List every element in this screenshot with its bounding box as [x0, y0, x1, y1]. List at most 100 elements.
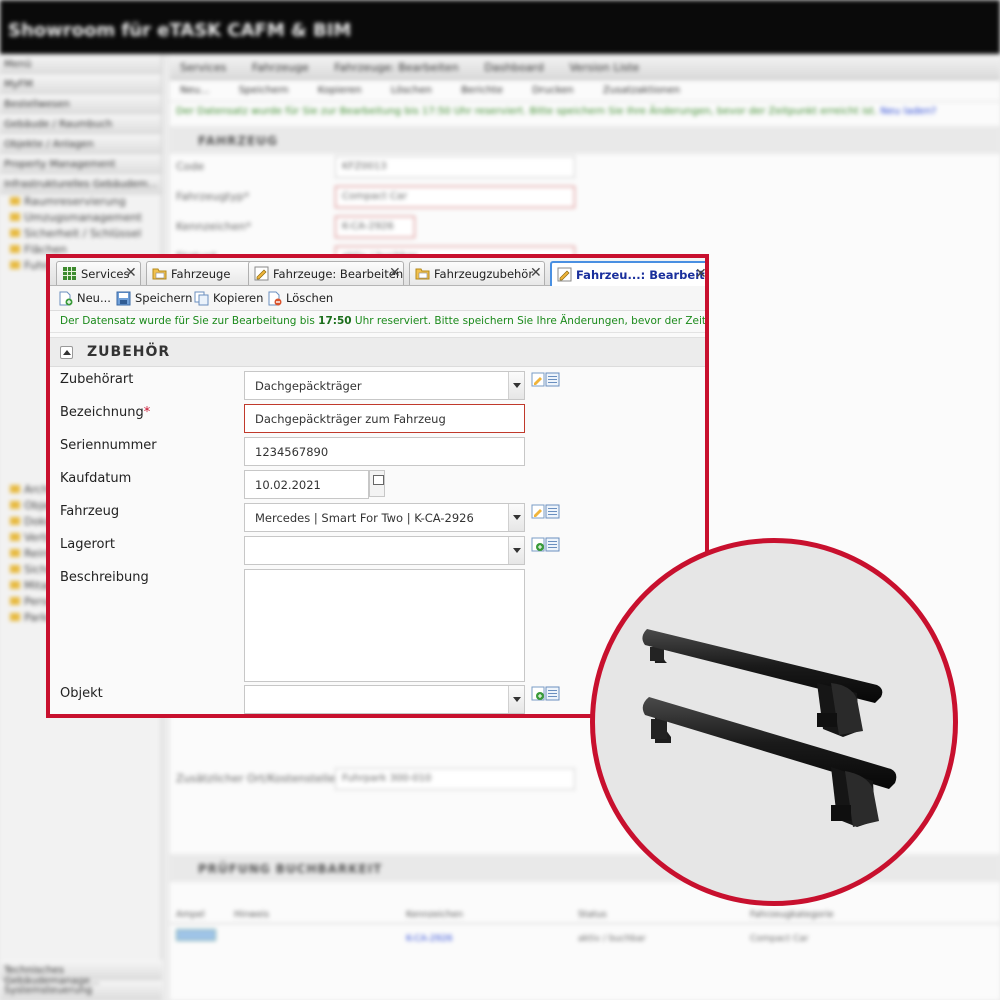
bg-toolbar: Neu... Speichern Kopieren Löschen Berich…	[170, 80, 1000, 102]
edit-form-icon	[557, 267, 572, 282]
label-bezeichnung: Bezeichnung*	[60, 405, 151, 420]
close-icon[interactable]: ✕	[530, 266, 542, 280]
folder-icon	[10, 613, 20, 621]
folder-icon	[10, 597, 20, 605]
roof-rack-bars-image	[642, 629, 897, 827]
label-objekt: Objekt	[60, 686, 103, 701]
folder-icon	[10, 565, 20, 573]
close-icon[interactable]: ✕	[695, 267, 705, 281]
bg-toolbar-item[interactable]: Zusatzaktionen	[603, 85, 680, 96]
tree-item[interactable]: Umzugsmanagement	[4, 210, 161, 226]
bg-tab[interactable]: Dashboard	[484, 61, 544, 74]
delete-button[interactable]: Löschen	[267, 291, 333, 306]
folder-icon	[10, 213, 20, 221]
label-zubehoerart: Zubehörart	[60, 372, 134, 387]
label-fahrzeug: Fahrzeug	[60, 504, 120, 519]
bg-field: Kennzeichen* K-CA-2926	[170, 214, 1000, 244]
sidebar-section-bestellwesen[interactable]: Bestellwesen	[0, 94, 161, 114]
chevron-down-icon[interactable]	[508, 372, 524, 399]
bg-tab[interactable]: Fahrzeuge	[252, 61, 309, 74]
chevron-down-icon[interactable]	[508, 537, 524, 564]
copy-button[interactable]: Kopieren	[194, 291, 263, 306]
bg-tab[interactable]: Fahrzeuge: Bearbeiten	[334, 61, 458, 74]
folder-icon	[10, 485, 20, 493]
bg-tabbar: Services Fahrzeuge Fahrzeuge: Bearbeiten…	[170, 54, 1000, 80]
bg-tab[interactable]: Services	[180, 61, 226, 74]
add-list-icon[interactable]	[531, 537, 561, 553]
tab-label: Fahrzeuge	[171, 267, 231, 281]
delete-icon	[268, 291, 282, 306]
app-title: Showroom für eTASK CAFM & BIM	[8, 20, 352, 41]
add-list-icon[interactable]	[531, 686, 561, 702]
lagerort-select[interactable]	[244, 536, 525, 565]
reservation-time: 17:50	[318, 315, 352, 327]
bezeichnung-input[interactable]: Dachgepäckträger zum Fahrzeug	[244, 404, 525, 433]
bg-message: Der Datensatz wurde für Sie zur Bearbeit…	[176, 106, 937, 117]
bg-tab[interactable]: Version Liste	[569, 61, 639, 74]
table-row[interactable]: K-CA-2926 aktiv / buchbar Compact Car	[170, 924, 1000, 946]
sidebar-section-technisch[interactable]: Technisches Gebäudemanage...	[0, 960, 162, 987]
bg-grid-header: Ampel Hinweis Kennzeichen Status Fahrzeugkat…	[170, 906, 1000, 924]
copy-icon	[194, 291, 209, 306]
fahrzeug-select[interactable]: Mercedes | Smart For Two | K-CA-2926	[244, 503, 525, 532]
reservation-message: Der Datensatz wurde für Sie zur Bearbeit…	[50, 311, 705, 333]
seriennummer-input[interactable]: 1234567890	[244, 437, 525, 466]
tree-item[interactable]: Sicherheit / Schlüssel	[4, 226, 161, 242]
folder-icon	[10, 197, 20, 205]
collapse-icon[interactable]	[60, 346, 73, 359]
folder-icon	[10, 581, 20, 589]
app-header: Showroom für eTASK CAFM & BIM	[0, 0, 1000, 54]
beschreibung-textarea[interactable]	[244, 569, 525, 682]
kaufdatum-input[interactable]: 10.02.2021	[244, 470, 369, 499]
bg-toolbar-item[interactable]: Speichern	[239, 85, 289, 96]
label-kaufdatum: Kaufdatum	[60, 471, 132, 486]
tab-fahrzeugzubehoer[interactable]: Fahrzeugzubehör ✕	[409, 261, 545, 285]
bg-toolbar-item[interactable]: Kopieren	[318, 85, 362, 96]
toolbar: Neu... Speichern Kopieren Löschen	[50, 286, 705, 311]
edit-list-icon[interactable]	[531, 504, 561, 520]
chevron-down-icon[interactable]	[508, 504, 524, 531]
zubehoerart-select[interactable]: Dachgepäckträger	[244, 371, 525, 400]
roof-rack-zoom	[590, 538, 958, 906]
folder-icon	[10, 501, 20, 509]
close-icon[interactable]: ✕	[389, 266, 401, 280]
folder-icon	[10, 245, 20, 253]
folder-icon	[10, 533, 20, 541]
tree-item[interactable]: Raumreservierung	[4, 194, 161, 210]
sidebar-section-gebaeude[interactable]: Gebäude / Raumbuch	[0, 114, 161, 134]
folder-icon	[10, 549, 20, 557]
sidebar-section-objekte[interactable]: Objekte / Anlagen	[0, 134, 161, 154]
sidebar-section-menu[interactable]: Menü	[0, 54, 161, 74]
bg-toolbar-item[interactable]: Löschen	[391, 85, 432, 96]
bg-toolbar-item[interactable]: Drucken	[532, 85, 574, 96]
save-icon	[116, 291, 131, 306]
section-zubehoer: ZUBEHÖR	[50, 337, 705, 367]
label-beschreibung: Beschreibung	[60, 570, 149, 585]
chevron-down-icon[interactable]	[508, 686, 524, 713]
objekt-select[interactable]	[244, 685, 525, 714]
section-title: ZUBEHÖR	[87, 344, 171, 360]
tab-label: Services	[81, 267, 130, 281]
tab-services[interactable]: Services ✕	[56, 261, 141, 285]
sidebar-section-property[interactable]: Property Management	[0, 154, 161, 174]
new-button[interactable]: Neu...	[58, 291, 111, 306]
folder-icon	[10, 261, 20, 269]
calendar-icon[interactable]	[369, 470, 385, 497]
bg-section-fahrzeug: FAHRZEUG	[170, 126, 1000, 154]
sidebar-section-myfm[interactable]: MyFM	[0, 74, 161, 94]
tab-zubehoer-bearbeiten[interactable]: Fahrzeu...: Bearbeiten ✕	[550, 261, 705, 286]
sidebar-section-infrastruktur[interactable]: Infrastrukturelles Gebäudem...	[0, 174, 161, 194]
tab-fahrzeuge-bearbeiten[interactable]: Fahrzeuge: Bearbeiten ✕	[248, 261, 404, 285]
bg-field: Code KFZ0013	[170, 154, 1000, 184]
edit-list-icon[interactable]	[531, 372, 561, 388]
bg-toolbar-item[interactable]: Neu...	[180, 85, 210, 96]
required-marker: *	[143, 405, 151, 420]
reload-link[interactable]: Neu laden?	[880, 106, 936, 117]
sidebar-footer: Technisches Gebäudemanage... Systemsteue…	[0, 960, 162, 1000]
bg-toolbar-item[interactable]: Berichte	[461, 85, 503, 96]
tab-label: Fahrzeugzubehör	[434, 267, 534, 281]
close-icon[interactable]: ✕	[125, 266, 137, 280]
save-button[interactable]: Speichern	[116, 291, 192, 306]
folder-icon	[10, 517, 20, 525]
folder-icon	[152, 268, 167, 280]
